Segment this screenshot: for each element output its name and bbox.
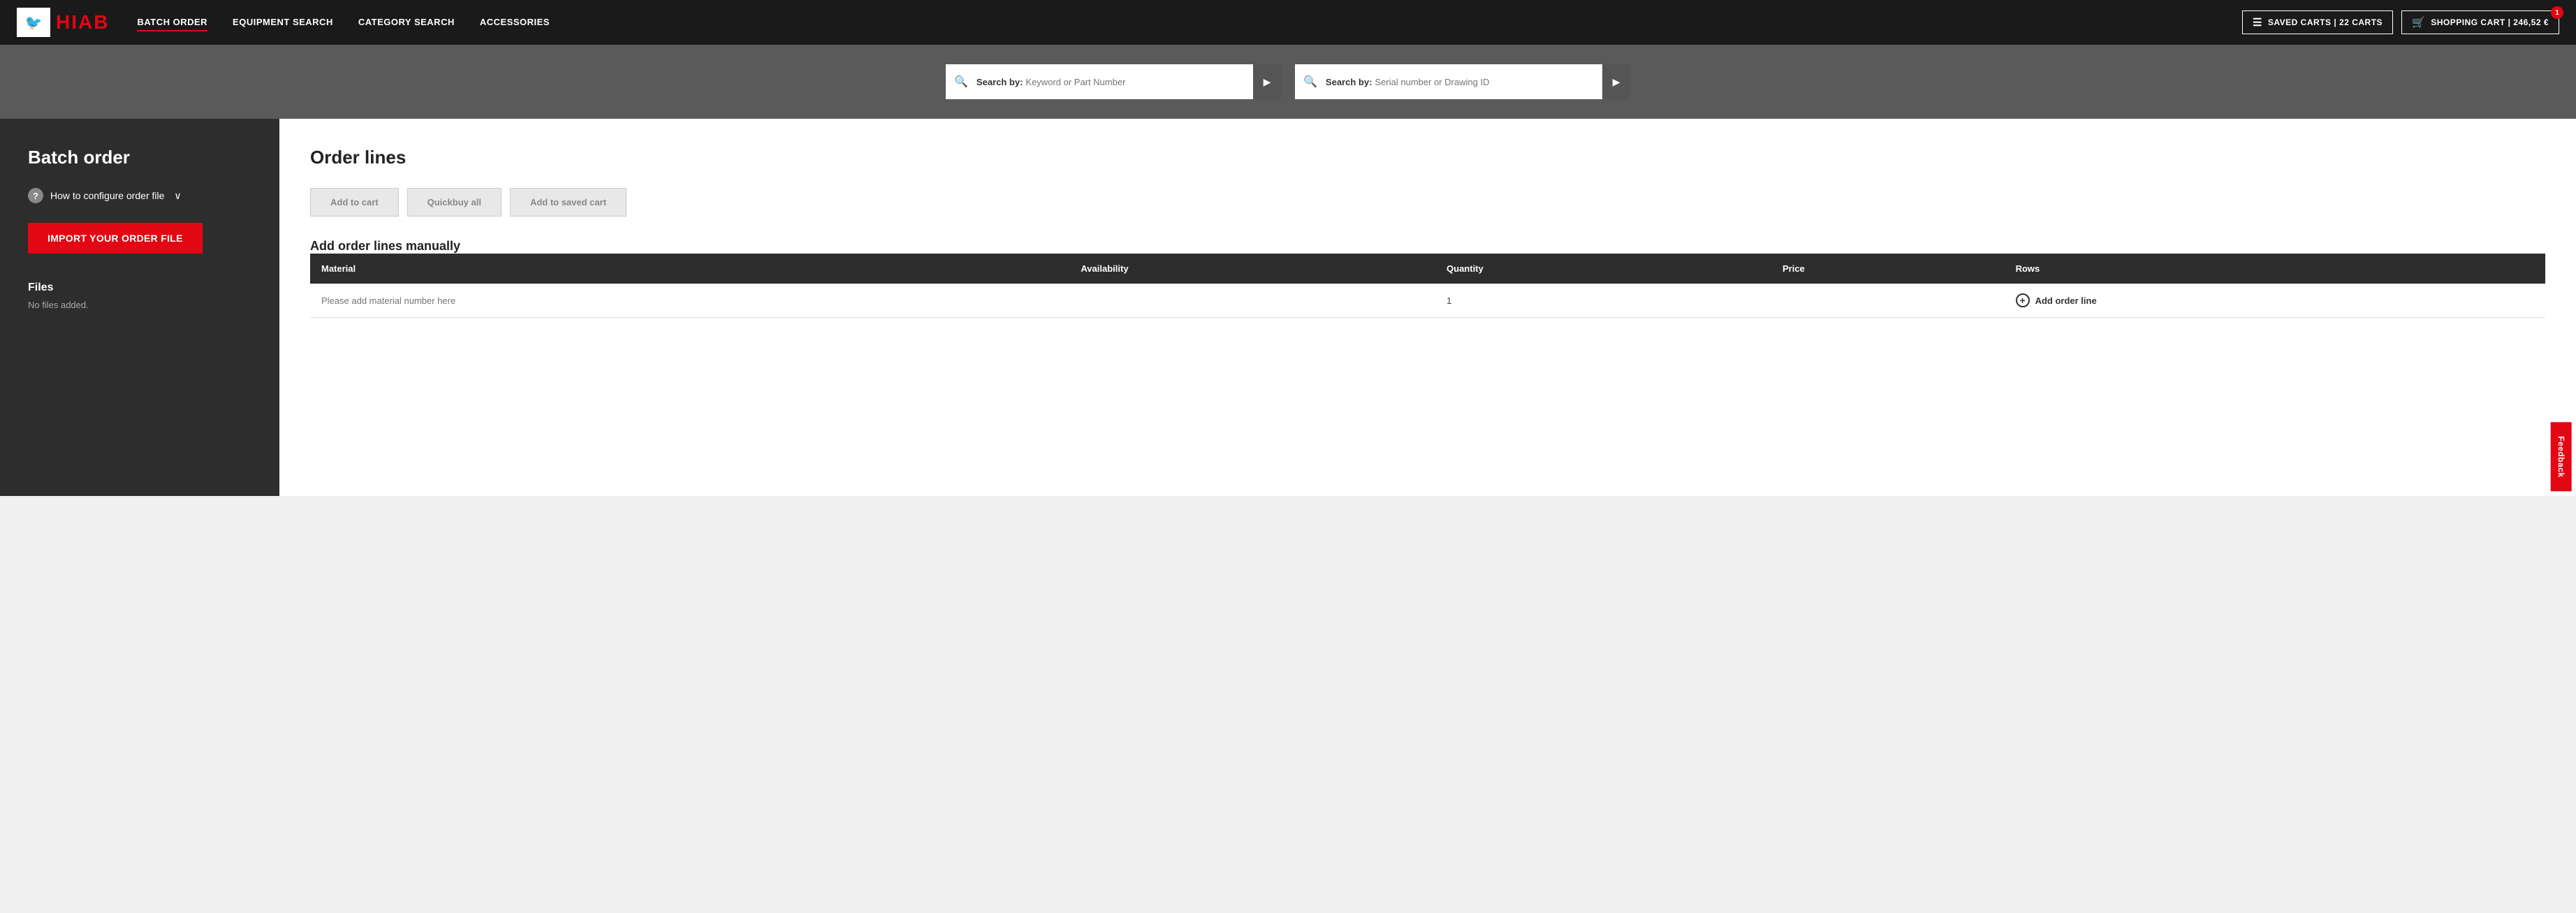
material-cell bbox=[310, 284, 1069, 318]
nav-item-batch-order[interactable]: BATCH ORDER bbox=[137, 16, 207, 29]
files-section: Files No files added. bbox=[28, 282, 251, 310]
nav-item-equipment-search[interactable]: EQUIPMENT SEARCH bbox=[233, 16, 333, 29]
sidebar-title: Batch order bbox=[28, 147, 251, 168]
col-rows: Rows bbox=[2005, 254, 2545, 284]
search-label-2: Search by: bbox=[1326, 77, 1372, 87]
logo[interactable]: 🐦 HIAB bbox=[17, 8, 109, 37]
logo-bird-icon: 🐦 bbox=[25, 14, 43, 31]
cart-icon: 🛒 bbox=[2412, 16, 2425, 29]
col-availability: Availability bbox=[1069, 254, 1435, 284]
search-box-keyword: 🔍 Search by: ▶ bbox=[946, 64, 1281, 99]
quickbuy-all-button[interactable]: Quickbuy all bbox=[407, 188, 502, 217]
saved-carts-icon: ☰ bbox=[2253, 16, 2262, 29]
col-material: Material bbox=[310, 254, 1069, 284]
quantity-input[interactable] bbox=[1447, 295, 1488, 306]
feedback-tab[interactable]: Feedback bbox=[2550, 422, 2571, 491]
search-submit-serial[interactable]: ▶ bbox=[1602, 64, 1630, 99]
order-panel: Order lines Add to cart Quickbuy all Add… bbox=[279, 119, 2576, 496]
main-content: Batch order ? How to configure order fil… bbox=[0, 119, 2576, 496]
chevron-down-icon: ∨ bbox=[174, 190, 181, 202]
navbar-right: ☰ SAVED CARTS | 22 CARTS 🛒 SHOPPING CART… bbox=[2242, 10, 2559, 34]
price-cell bbox=[1771, 284, 2005, 318]
nav-link-category-search[interactable]: CATEGORY SEARCH bbox=[358, 17, 455, 31]
add-order-line-label: Add order line bbox=[2035, 295, 2097, 306]
add-circle-icon: + bbox=[2016, 293, 2030, 307]
add-to-saved-cart-button[interactable]: Add to saved cart bbox=[510, 188, 627, 217]
order-lines-title: Order lines bbox=[310, 147, 2545, 168]
quantity-cell bbox=[1435, 284, 1771, 318]
add-order-line-button[interactable]: + Add order line bbox=[2016, 293, 2534, 307]
nav-link-batch-order[interactable]: BATCH ORDER bbox=[137, 17, 207, 31]
order-table: Material Availability Quantity Price Row… bbox=[310, 254, 2545, 318]
files-title: Files bbox=[28, 282, 251, 294]
search-icon-2: 🔍 bbox=[1295, 75, 1326, 89]
search-label-1: Search by: bbox=[976, 77, 1023, 87]
nav-item-category-search[interactable]: CATEGORY SEARCH bbox=[358, 16, 455, 29]
logo-text: HIAB bbox=[56, 11, 109, 34]
action-buttons: Add to cart Quickbuy all Add to saved ca… bbox=[310, 188, 2545, 217]
cart-badge: 1 bbox=[2551, 6, 2563, 19]
logo-box: 🐦 bbox=[17, 8, 50, 37]
col-price: Price bbox=[1771, 254, 2005, 284]
table-row: + Add order line bbox=[310, 284, 2545, 318]
nav-item-accessories[interactable]: ACCESSORIES bbox=[480, 16, 550, 29]
nav-link-equipment-search[interactable]: EQUIPMENT SEARCH bbox=[233, 17, 333, 31]
material-input[interactable] bbox=[321, 295, 1058, 306]
add-manually-title: Add order lines manually bbox=[310, 239, 2545, 254]
nav-links: BATCH ORDER EQUIPMENT SEARCH CATEGORY SE… bbox=[137, 16, 550, 29]
col-quantity: Quantity bbox=[1435, 254, 1771, 284]
table-header-row: Material Availability Quantity Price Row… bbox=[310, 254, 2545, 284]
search-input-serial[interactable] bbox=[1372, 77, 1602, 87]
search-icon-1: 🔍 bbox=[946, 75, 976, 89]
configure-order-link[interactable]: ? How to configure order file ∨ bbox=[28, 188, 251, 203]
search-area: 🔍 Search by: ▶ 🔍 Search by: ▶ bbox=[0, 45, 2576, 119]
import-order-button[interactable]: Import your order file bbox=[28, 223, 203, 254]
help-icon: ? bbox=[28, 188, 43, 203]
nav-link-accessories[interactable]: ACCESSORIES bbox=[480, 17, 550, 31]
availability-cell bbox=[1069, 284, 1435, 318]
feedback-label: Feedback bbox=[2556, 436, 2566, 477]
navbar-left: 🐦 HIAB BATCH ORDER EQUIPMENT SEARCH CATE… bbox=[17, 8, 550, 37]
rows-cell: + Add order line bbox=[2005, 284, 2545, 318]
search-input-keyword[interactable] bbox=[1023, 77, 1253, 87]
configure-label: How to configure order file bbox=[50, 190, 164, 201]
search-box-serial: 🔍 Search by: ▶ bbox=[1295, 64, 1630, 99]
shopping-cart-button[interactable]: 🛒 SHOPPING CART | 246,52 € bbox=[2401, 10, 2559, 34]
saved-carts-label: SAVED CARTS | 22 CARTS bbox=[2268, 17, 2383, 27]
add-to-cart-button[interactable]: Add to cart bbox=[310, 188, 399, 217]
search-submit-keyword[interactable]: ▶ bbox=[1253, 64, 1281, 99]
saved-carts-button[interactable]: ☰ SAVED CARTS | 22 CARTS bbox=[2242, 10, 2393, 34]
shopping-cart-label: SHOPPING CART | 246,52 € bbox=[2431, 17, 2549, 27]
navbar: 🐦 HIAB BATCH ORDER EQUIPMENT SEARCH CATE… bbox=[0, 0, 2576, 45]
sidebar: Batch order ? How to configure order fil… bbox=[0, 119, 279, 496]
files-empty-label: No files added. bbox=[28, 300, 251, 310]
